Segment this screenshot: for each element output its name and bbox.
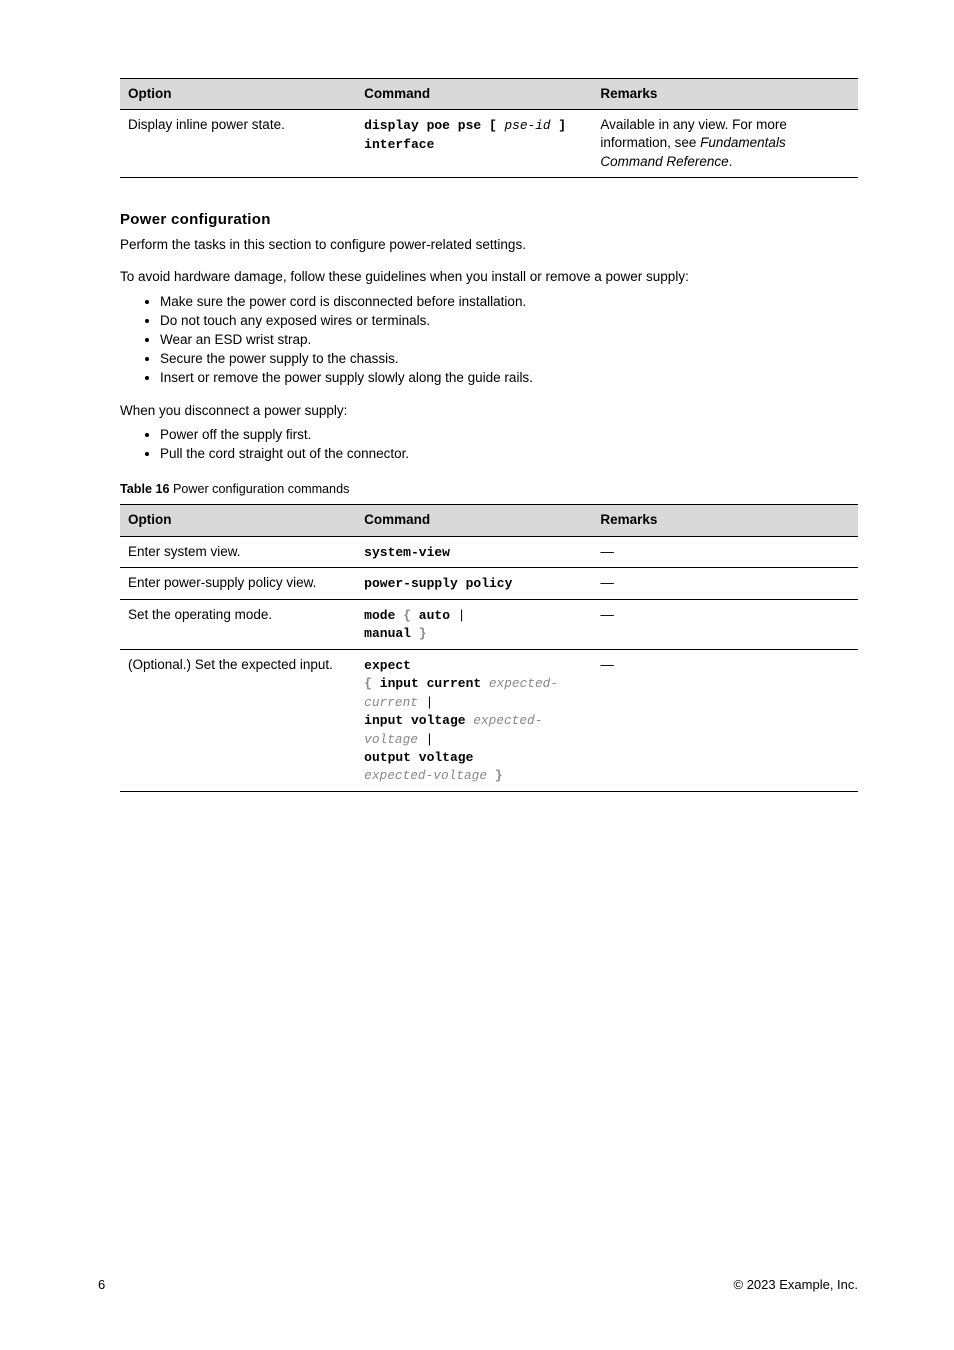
guidelines-intro-2: When you disconnect a power supply: <box>120 402 858 420</box>
guidelines-intro: To avoid hardware damage, follow these g… <box>120 268 858 286</box>
cell-remarks: — <box>592 649 858 791</box>
table-row: Enter system view. system-view — <box>120 536 858 568</box>
brace-close: } <box>411 626 427 641</box>
guidelines-list-2: Power off the supply first. Pull the cor… <box>160 426 858 463</box>
cell-option: Set the operating mode. <box>120 599 356 649</box>
col-command: Command <box>356 505 592 536</box>
col-option: Option <box>120 505 356 536</box>
cell-remarks: — <box>592 599 858 649</box>
bracket-open: [ <box>489 118 497 133</box>
cmd-pre: mode <box>364 608 403 623</box>
table-caption: Table 16 Power configuration commands <box>120 481 858 498</box>
table-row: (Optional.) Set the expected input. expe… <box>120 649 858 791</box>
pipe: | <box>426 695 434 710</box>
cmd: system-view <box>364 545 450 560</box>
cmd-pre: expect <box>364 658 411 673</box>
kw-output-voltage: output voltage <box>364 750 473 765</box>
cell-command: display poe pse [ pse-id ] interface <box>356 110 592 178</box>
cmd-pre: display poe pse <box>364 118 489 133</box>
section-desc: Perform the tasks in this section to con… <box>120 236 858 254</box>
brace-close: } <box>495 768 503 783</box>
list-item: Make sure the power cord is disconnected… <box>160 293 858 311</box>
rem-post: . <box>729 154 733 169</box>
cmd-post: interface <box>364 137 434 152</box>
cell-command: system-view <box>356 536 592 568</box>
list-item: Insert or remove the power supply slowly… <box>160 369 858 387</box>
bracket-close: ] <box>558 118 566 133</box>
table-inline-power: Option Command Remarks Display inline po… <box>120 78 858 178</box>
guidelines-list-1: Make sure the power cord is disconnected… <box>160 293 858 388</box>
col-option: Option <box>120 79 356 110</box>
kw-input-current: input current <box>380 676 481 691</box>
pipe: | <box>418 732 433 747</box>
list-item: Do not touch any exposed wires or termin… <box>160 312 858 330</box>
col-remarks: Remarks <box>592 505 858 536</box>
pipe: | <box>450 608 465 623</box>
cell-remarks: — <box>592 536 858 568</box>
arg-voltage-2: expected-voltage <box>364 768 495 783</box>
footer-copyright: © 2023 Example, Inc. <box>734 1276 858 1294</box>
table-row: Display inline power state. display poe … <box>120 110 858 178</box>
cmd: power-supply policy <box>364 576 512 591</box>
table-header-row: Option Command Remarks <box>120 505 858 536</box>
brace-open: { <box>364 676 380 691</box>
cell-option: Enter power-supply policy view. <box>120 568 356 600</box>
list-item: Wear an ESD wrist strap. <box>160 331 858 349</box>
table-row: Set the operating mode. mode { auto | ma… <box>120 599 858 649</box>
cell-option: Enter system view. <box>120 536 356 568</box>
list-item: Pull the cord straight out of the connec… <box>160 445 858 463</box>
table-caption-num: Table 16 <box>120 482 169 496</box>
brace-open: { <box>403 608 419 623</box>
list-item: Secure the power supply to the chassis. <box>160 350 858 368</box>
opt-manual: manual <box>364 626 411 641</box>
cell-command: mode { auto | manual } <box>356 599 592 649</box>
section-heading: Power configuration <box>120 210 858 230</box>
cmd-arg: pse-id <box>497 118 558 133</box>
table-row: Enter power-supply policy view. power-su… <box>120 568 858 600</box>
table-header-row: Option Command Remarks <box>120 79 858 110</box>
kw-input-voltage: input voltage <box>364 713 465 728</box>
cell-remarks: — <box>592 568 858 600</box>
cell-command: power-supply policy <box>356 568 592 600</box>
table-caption-text: Power configuration commands <box>169 482 349 496</box>
list-item: Power off the supply first. <box>160 426 858 444</box>
col-command: Command <box>356 79 592 110</box>
cell-remarks: Available in any view. For more informat… <box>592 110 858 178</box>
cell-command: expect { input current expected-current … <box>356 649 592 791</box>
cell-option: (Optional.) Set the expected input. <box>120 649 356 791</box>
table-power-config: Option Command Remarks Enter system view… <box>120 504 858 792</box>
cell-option: Display inline power state. <box>120 110 356 178</box>
col-remarks: Remarks <box>592 79 858 110</box>
page-number: 6 <box>98 1276 105 1294</box>
opt-auto: auto <box>419 608 450 623</box>
